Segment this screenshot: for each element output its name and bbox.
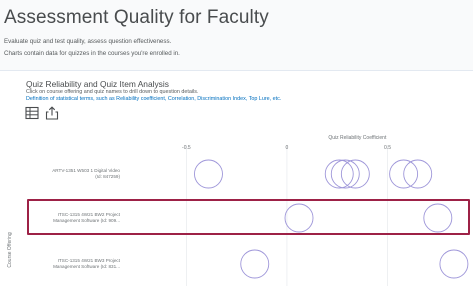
- x-tick-label: 0.5: [384, 145, 391, 151]
- quiz-bubble[interactable]: [324, 159, 354, 189]
- y-axis-label: Course Offering: [7, 232, 13, 267]
- quiz-bubble[interactable]: [423, 203, 453, 233]
- reliability-bubble-chart: -0.5 0 0.5 Quiz Reliability Coefficient Co…: [7, 135, 469, 286]
- category-label[interactable]: ITSC-1315 4W21 BW3 Project Management Sof…: [53, 258, 121, 269]
- x-tick-label: 0: [286, 145, 289, 151]
- quiz-bubble[interactable]: [240, 249, 270, 279]
- quiz-bubble[interactable]: [284, 203, 314, 233]
- x-axis-label: Quiz Reliability Coefficient: [328, 135, 387, 141]
- quiz-bubble[interactable]: [439, 249, 469, 279]
- category-label[interactable]: ITSC-1315 4W21 BW2 Project Management Sof…: [53, 212, 121, 223]
- quiz-bubble[interactable]: [194, 159, 223, 189]
- x-tick-label: -0.5: [182, 145, 191, 151]
- category-label[interactable]: ARTV-1351 W503 1 Digital Video (Id: 84725…: [52, 168, 120, 179]
